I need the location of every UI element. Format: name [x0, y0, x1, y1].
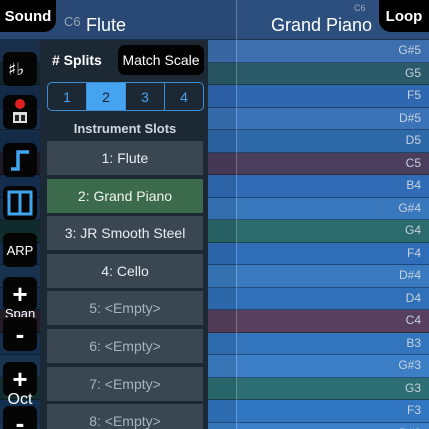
key-note-label: G4 — [404, 223, 421, 237]
split-view-button[interactable] — [3, 186, 37, 220]
sharp-flat-icon: ♯♭ — [8, 60, 24, 80]
key-note-label: D5 — [405, 133, 421, 147]
instrument-slots-title: Instrument Slots — [73, 121, 177, 136]
step-button[interactable] — [3, 143, 37, 177]
instrument-slot[interactable]: 6: <Empty> — [47, 329, 203, 363]
instrument-slot[interactable]: 1: Flute — [47, 141, 203, 175]
instrument-slot[interactable]: 2: Grand Piano — [47, 178, 203, 213]
instrument-slot[interactable]: 5: <Empty> — [47, 291, 203, 326]
left-toolbar: ♯♭ ARP + Span - + Oct - — [0, 40, 40, 429]
key-note-label: B4 — [406, 178, 421, 192]
key-note-label: D#3 — [399, 426, 421, 429]
record-button[interactable] — [3, 95, 37, 129]
span-decrease-button[interactable]: - — [3, 317, 37, 351]
match-scale-button[interactable]: Match Scale — [118, 45, 204, 75]
splits-option[interactable]: 3 — [126, 83, 165, 110]
splits-option[interactable]: 1 — [48, 83, 87, 110]
instrument-slot[interactable]: 4: Cello — [47, 253, 203, 288]
key-note-label: F5 — [406, 88, 421, 102]
right-zone-title: Grand Piano — [271, 15, 373, 35]
key-note-label: G#3 — [398, 358, 421, 372]
sound-button[interactable]: Sound — [0, 0, 56, 32]
arp-button[interactable]: ARP — [3, 233, 37, 267]
key-note-label: G#5 — [398, 43, 421, 57]
key-note-label: F3 — [406, 403, 421, 417]
key-note-label: C4 — [405, 313, 421, 327]
octave-decrease-button[interactable]: - — [3, 406, 37, 429]
key-note-label: G3 — [404, 380, 421, 395]
splits-option[interactable]: 2 — [87, 83, 126, 110]
key-note-label: C5 — [405, 155, 421, 170]
svg-text:♯♭: ♯♭ — [8, 60, 24, 80]
step-icon — [11, 150, 29, 171]
right-zone-note-label: C6 — [354, 3, 366, 13]
instrument-slot[interactable]: 7: <Empty> — [47, 366, 203, 401]
splits-option[interactable]: 4 — [165, 83, 203, 110]
key-note-label: G#4 — [398, 200, 421, 215]
instrument-slot[interactable]: 3: JR Smooth Steel — [47, 216, 203, 251]
key-note-label: F4 — [406, 245, 421, 260]
instrument-slot[interactable]: 8: <Empty> — [47, 404, 203, 429]
loop-button[interactable]: Loop — [379, 0, 429, 32]
key-note-label: D4 — [405, 290, 421, 305]
splits-segmented-control: 1234 — [47, 82, 204, 111]
app-screen: G#5 G5 F5 D#5 D5 C5 B4 G#4 G4 F4 D#4 D4 C4 B3 G#3 G3 F3 D… — [0, 0, 429, 429]
key-note-label: D#5 — [398, 110, 421, 125]
key-note-label: G5 — [404, 65, 421, 80]
key-note-label: B3 — [406, 335, 421, 350]
key-note-label: D#4 — [398, 268, 421, 282]
left-zone-title: Flute — [86, 15, 127, 35]
record-icon — [13, 99, 27, 123]
split-view-icon — [7, 190, 33, 216]
splits-title: # Splits — [52, 52, 102, 68]
left-zone-note-label: C6 — [64, 14, 81, 29]
zone-divider — [236, 0, 237, 429]
sharp-flat-button[interactable]: ♯♭ — [3, 52, 37, 86]
